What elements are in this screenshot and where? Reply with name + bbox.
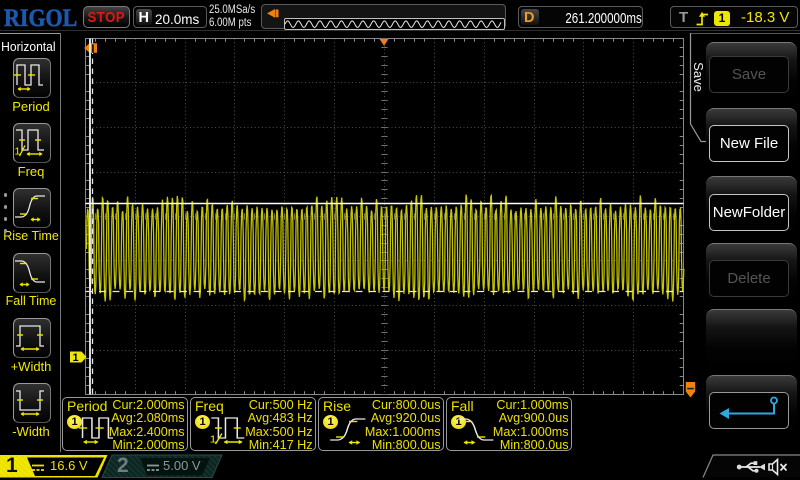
- svg-text:1: 1: [73, 352, 79, 364]
